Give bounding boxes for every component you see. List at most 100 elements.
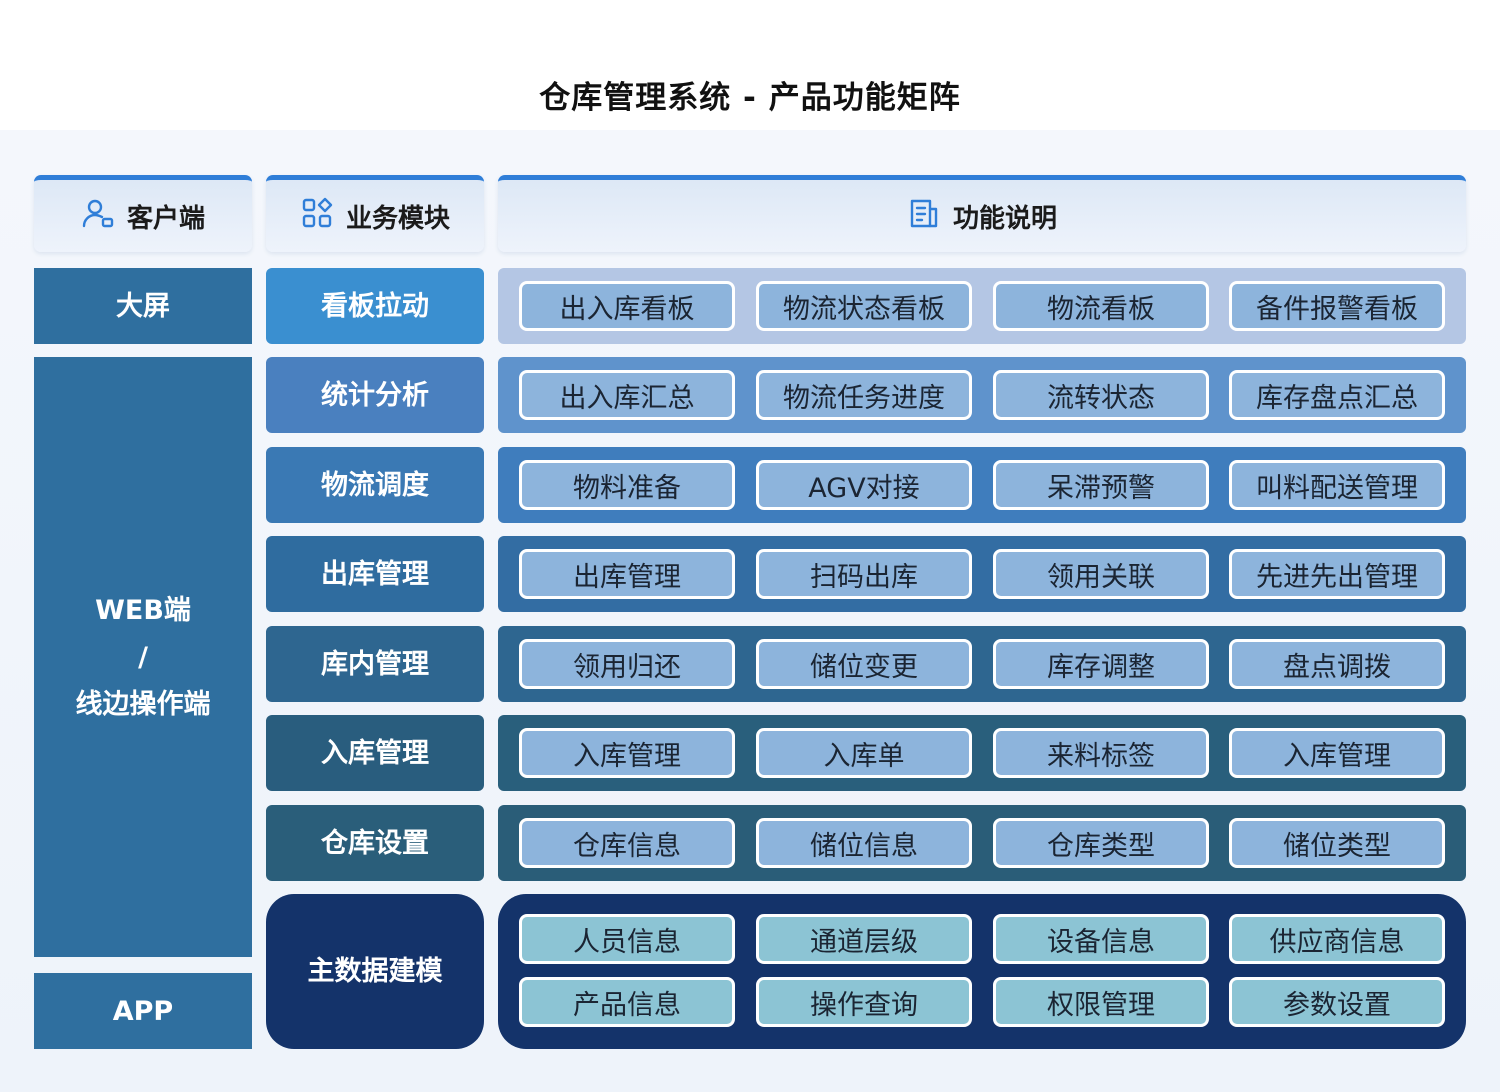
function-pill-label: 库存盘点汇总	[1256, 382, 1418, 414]
module-column-label: 业务模块	[345, 203, 450, 234]
client-app-label: APP	[112, 995, 174, 1027]
function-pill: 扫码出库	[756, 549, 972, 599]
function-pill: 库存调整	[993, 639, 1209, 689]
client-line-side-label: 线边操作端	[75, 688, 211, 720]
module-label: 统计分析	[321, 379, 429, 411]
function-pill: AGV对接	[756, 460, 972, 510]
function-pill-label: 出入库看板	[559, 293, 695, 325]
module-label: 入库管理	[321, 737, 429, 769]
function-pill-label: 备件报警看板	[1256, 293, 1418, 325]
module-label: 看板拉动	[321, 290, 429, 322]
function-pill: 入库管理	[1229, 728, 1445, 778]
function-pill: 物流看板	[993, 281, 1209, 331]
client-big-screen: 大屏	[34, 268, 252, 344]
module-cell: 入库管理	[266, 715, 484, 791]
function-pill: 入库管理	[519, 728, 735, 778]
function-pill: 出库管理	[519, 549, 735, 599]
function-pill-label: 盘点调拨	[1283, 651, 1391, 683]
function-pill-label: 仓库类型	[1047, 830, 1155, 862]
function-pill-label: 库存调整	[1047, 651, 1155, 683]
function-pill: 库存盘点汇总	[1229, 370, 1445, 420]
function-pill-label: 权限管理	[1047, 989, 1155, 1021]
function-pill: 储位变更	[756, 639, 972, 689]
function-pill: 权限管理	[993, 977, 1209, 1027]
client-web-label: WEB端	[95, 594, 191, 626]
function-pill-label: 仓库信息	[573, 830, 681, 862]
function-pill: 物流任务进度	[756, 370, 972, 420]
function-pill: 物料准备	[519, 460, 735, 510]
function-pill-label: AGV对接	[808, 472, 920, 504]
function-pill-label: 入库管理	[1283, 740, 1391, 772]
function-pill: 操作查询	[756, 977, 972, 1027]
function-pill: 产品信息	[519, 977, 735, 1027]
grid-apps-icon	[300, 196, 334, 237]
function-pill-label: 设备信息	[1047, 926, 1155, 958]
function-pill: 仓库类型	[993, 818, 1209, 868]
function-pill: 设备信息	[993, 914, 1209, 964]
function-column-label: 功能说明	[952, 203, 1057, 234]
function-pill-label: 操作查询	[810, 989, 918, 1021]
document-icon	[907, 196, 941, 237]
function-pill-label: 物流状态看板	[783, 293, 945, 325]
page-title: 仓库管理系统 - 产品功能矩阵	[539, 80, 961, 116]
function-pill-label: 物流看板	[1047, 293, 1155, 325]
function-pill: 人员信息	[519, 914, 735, 964]
bottom-fade	[0, 1050, 1500, 1092]
client-web-separator: /	[138, 641, 148, 673]
function-pill-label: 出库管理	[573, 561, 681, 593]
function-pill-label: 参数设置	[1283, 989, 1391, 1021]
function-pill: 仓库信息	[519, 818, 735, 868]
function-pill-label: 储位信息	[810, 830, 918, 862]
user-device-icon	[81, 196, 115, 237]
function-pill: 领用关联	[993, 549, 1209, 599]
module-cell: 主数据建模	[266, 894, 484, 1049]
function-pill-label: 入库管理	[573, 740, 681, 772]
module-cell: 统计分析	[266, 357, 484, 433]
function-pill-label: 先进先出管理	[1256, 561, 1418, 593]
module-cell: 库内管理	[266, 626, 484, 702]
module-column-header: 业务模块	[266, 175, 484, 252]
function-pill-label: 流转状态	[1047, 382, 1155, 414]
function-pill-label: 出入库汇总	[559, 382, 695, 414]
module-cell: 物流调度	[266, 447, 484, 523]
module-label: 仓库设置	[321, 827, 429, 859]
function-column-header: 功能说明	[498, 175, 1466, 252]
function-pill: 物流状态看板	[756, 281, 972, 331]
function-pill-label: 人员信息	[573, 926, 681, 958]
module-cell: 出库管理	[266, 536, 484, 612]
function-pill: 流转状态	[993, 370, 1209, 420]
function-pill: 叫料配送管理	[1229, 460, 1445, 510]
function-pill-label: 储位变更	[810, 651, 918, 683]
function-pill-label: 领用归还	[573, 651, 681, 683]
function-pill-label: 叫料配送管理	[1256, 472, 1418, 504]
function-pill: 呆滞预警	[993, 460, 1209, 510]
module-cell: 仓库设置	[266, 805, 484, 881]
client-column-label: 客户端	[126, 203, 205, 234]
function-pill-label: 通道层级	[810, 926, 918, 958]
function-pill: 来料标签	[993, 728, 1209, 778]
function-pill: 出入库汇总	[519, 370, 735, 420]
client-column-header: 客户端	[34, 175, 252, 252]
function-pill: 盘点调拨	[1229, 639, 1445, 689]
function-pill: 供应商信息	[1229, 914, 1445, 964]
function-pill-label: 来料标签	[1047, 740, 1155, 772]
function-pill-label: 入库单	[823, 740, 905, 772]
function-pill: 先进先出管理	[1229, 549, 1445, 599]
function-pill-label: 呆滞预警	[1047, 472, 1155, 504]
client-big-screen-label: 大屏	[116, 290, 170, 322]
function-pill: 储位类型	[1229, 818, 1445, 868]
function-pill: 通道层级	[756, 914, 972, 964]
function-pill-label: 领用关联	[1047, 561, 1155, 593]
module-label: 库内管理	[321, 648, 429, 680]
function-pill: 入库单	[756, 728, 972, 778]
function-pill: 出入库看板	[519, 281, 735, 331]
client-web: WEB端 / 线边操作端	[34, 357, 252, 957]
client-app: APP	[34, 973, 252, 1049]
function-pill: 领用归还	[519, 639, 735, 689]
function-pill-label: 产品信息	[573, 989, 681, 1021]
function-pill-label: 供应商信息	[1269, 926, 1405, 958]
module-cell: 看板拉动	[266, 268, 484, 344]
module-label: 出库管理	[321, 558, 429, 590]
function-pill-label: 物流任务进度	[783, 382, 945, 414]
function-pill-label: 储位类型	[1283, 830, 1391, 862]
